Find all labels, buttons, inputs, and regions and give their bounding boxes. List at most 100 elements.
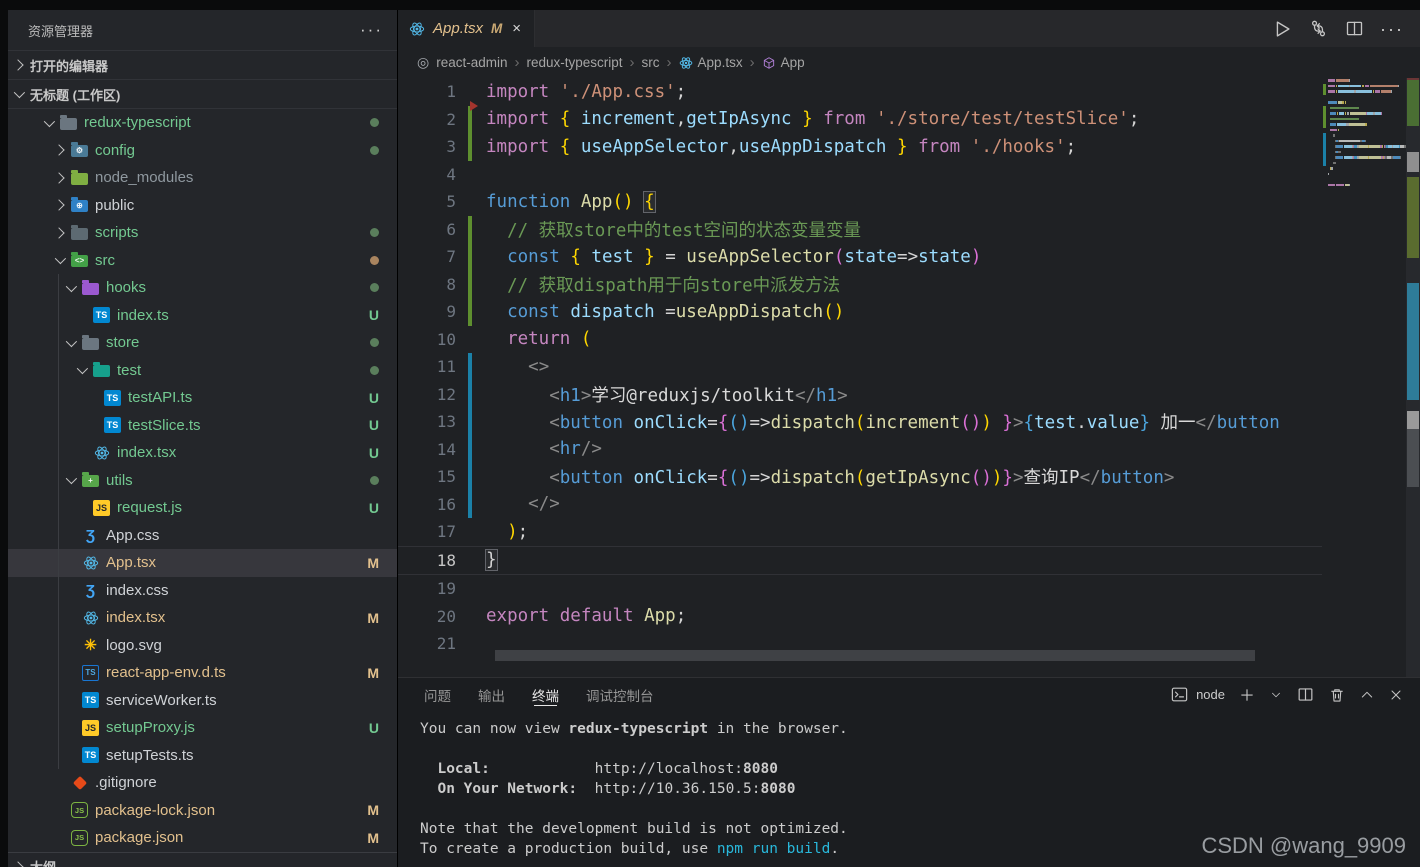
maximize-panel-icon[interactable] [1359,687,1375,703]
line-number: 18 [436,550,456,570]
typescript-icon: TS [93,307,110,324]
horizontal-scrollbar[interactable] [495,650,1255,661]
gutter-change-bar [468,326,472,354]
gutter-change-bar [468,408,472,436]
tree-item-setupProxy.js[interactable]: JS setupProxy.js U [8,714,397,742]
tree-item-utils[interactable]: + utils [8,467,397,495]
minimap[interactable] [1322,78,1406,677]
close-panel-icon[interactable] [1388,687,1404,703]
tree-item-testAPI.ts[interactable]: TS testAPI.ts U [8,384,397,412]
gutter-change-bar [468,518,472,546]
breadcrumb-folder[interactable]: redux-typescript [527,55,623,70]
react-icon [83,556,98,570]
line-number: 5 [446,192,456,212]
tree-item-request.js[interactable]: JS request.js U [8,494,397,522]
terminal-profile-icon[interactable] [1170,685,1189,704]
tree-item-redux-typescript[interactable]: redux-typescript [8,109,397,137]
tree-item-label: config [95,141,136,159]
tree-item-index.ts[interactable]: TS index.ts U [8,302,397,330]
folder-scripts-icon [71,224,88,240]
tree-item-setupTests.ts[interactable]: TS setupTests.ts [8,742,397,770]
tree-item-testSlice.ts[interactable]: TS testSlice.ts U [8,412,397,440]
code-line-13: 13 <button onClick={()=>dispatch(increme… [398,408,1322,436]
node-json-icon: JS [71,829,88,846]
outline-section[interactable]: 大纲 [8,851,397,867]
tree-item-label: package-lock.json [95,801,216,819]
tree-item-hooks[interactable]: hooks [8,274,397,302]
tree-item-index.tsx[interactable]: index.tsx M [8,604,397,632]
line-number: 4 [446,164,456,184]
line-number: 6 [446,219,456,239]
tab-modified-badge: M [491,21,503,36]
breadcrumb-src[interactable]: src [642,55,660,70]
kill-terminal-icon[interactable] [1328,686,1346,704]
folder-node-icon [71,169,88,185]
tree-item-test[interactable]: test [8,357,397,385]
tree-item-App.tsx[interactable]: App.tsx M [8,549,397,577]
gutter-change-bar [468,188,472,216]
open-editors-section[interactable]: 打开的编辑器 [8,50,397,79]
tree-item-index.tsx[interactable]: index.tsx U [8,439,397,467]
tab-terminal[interactable]: 终端 [532,678,559,711]
chevron-right-icon [51,144,67,156]
tree-item-logo.svg[interactable]: ✳ logo.svg [8,632,397,660]
tree-item-App.css[interactable]: Ʒ App.css [8,522,397,550]
tree-item-index.css[interactable]: Ʒindex.css [8,577,397,605]
tab-problems[interactable]: 问题 [424,678,451,711]
outline-label: 大纲 [30,857,56,867]
react-icon [679,56,692,69]
gutter-change-bar [468,435,472,463]
line-number: 7 [446,247,456,267]
tree-item-label: node_modules [95,169,194,187]
close-icon[interactable]: × [510,20,523,37]
tree-item-label: index.css [106,581,169,599]
terminal-line: You can now view redux-typescript in the… [420,721,848,737]
tree-item-serviceWorker.ts[interactable]: TS serviceWorker.ts [8,687,397,715]
tree-item-public[interactable]: ⊕ public [8,192,397,220]
chevron-down-icon[interactable] [1269,688,1283,702]
tree-item-store[interactable]: store [8,329,397,357]
split-terminal-icon[interactable] [1296,685,1315,704]
tree-item-label: utils [106,471,133,489]
workspace-section[interactable]: 无标题 (工作区) [8,79,397,109]
gutter-change-bar [468,298,472,326]
typescript-icon: TS [104,389,121,406]
split-editor-icon[interactable] [1344,18,1365,39]
run-icon[interactable] [1271,18,1293,40]
tree-item-react-app-env.d.ts[interactable]: TS react-app-env.d.ts M [8,659,397,687]
git-status-dot [370,118,397,128]
breadcrumb-file[interactable]: App.tsx [679,55,743,70]
gutter-change-bar [468,603,472,631]
tree-item-.gitignore[interactable]: .gitignore [8,769,397,797]
file-tree: redux-typescript ⚙ config node_modules ⊕ publ… [8,109,397,852]
explorer-sidebar: 资源管理器 ··· 打开的编辑器 无标题 (工作区) redux-typescr… [8,10,398,867]
code-line-10: 10 return ( [398,326,1322,354]
tree-item-scripts[interactable]: scripts [8,219,397,247]
tree-item-package.json[interactable]: JS package.json M [8,824,397,852]
gutter-change-bar [468,547,472,575]
breadcrumb-project[interactable]: react-admin [436,55,507,70]
code-lines: 1 import './App.css'; 2 import { increment,… [398,78,1322,658]
breadcrumbs: ◎ react-admin › redux-typescript › src ›… [398,47,1420,78]
new-terminal-icon[interactable] [1238,686,1256,704]
tab-app-tsx[interactable]: App.tsx M × [398,10,536,47]
tree-item-package-lock.json[interactable]: JS package-lock.json M [8,797,397,825]
tab-output[interactable]: 输出 [478,678,505,711]
git-status-dot [370,475,397,485]
more-actions-icon[interactable]: ··· [360,21,383,38]
code-line-15: 15 <button onClick={()=>dispatch(getIpAs… [398,463,1322,491]
open-changes-icon[interactable] [1308,18,1329,39]
code-line-7: 7 const { test } = useAppSelector(state=… [398,243,1322,271]
line-number: 11 [436,357,456,377]
tree-item-node_modules[interactable]: node_modules [8,164,397,192]
tab-debug-console[interactable]: 调试控制台 [586,678,654,711]
tree-item-config[interactable]: ⚙ config [8,137,397,165]
code-editor[interactable]: 1 import './App.css'; 2 import { increment,… [398,78,1420,677]
breadcrumb-symbol[interactable]: App [762,55,805,70]
more-actions-icon[interactable]: ··· [1380,20,1404,38]
overview-ruler[interactable] [1406,78,1420,677]
tree-item-src[interactable]: <> src [8,247,397,275]
tree-item-label: setupProxy.js [106,719,195,737]
editor-group: App.tsx M × ··· ◎ react-admin › redux-ty… [398,10,1420,677]
